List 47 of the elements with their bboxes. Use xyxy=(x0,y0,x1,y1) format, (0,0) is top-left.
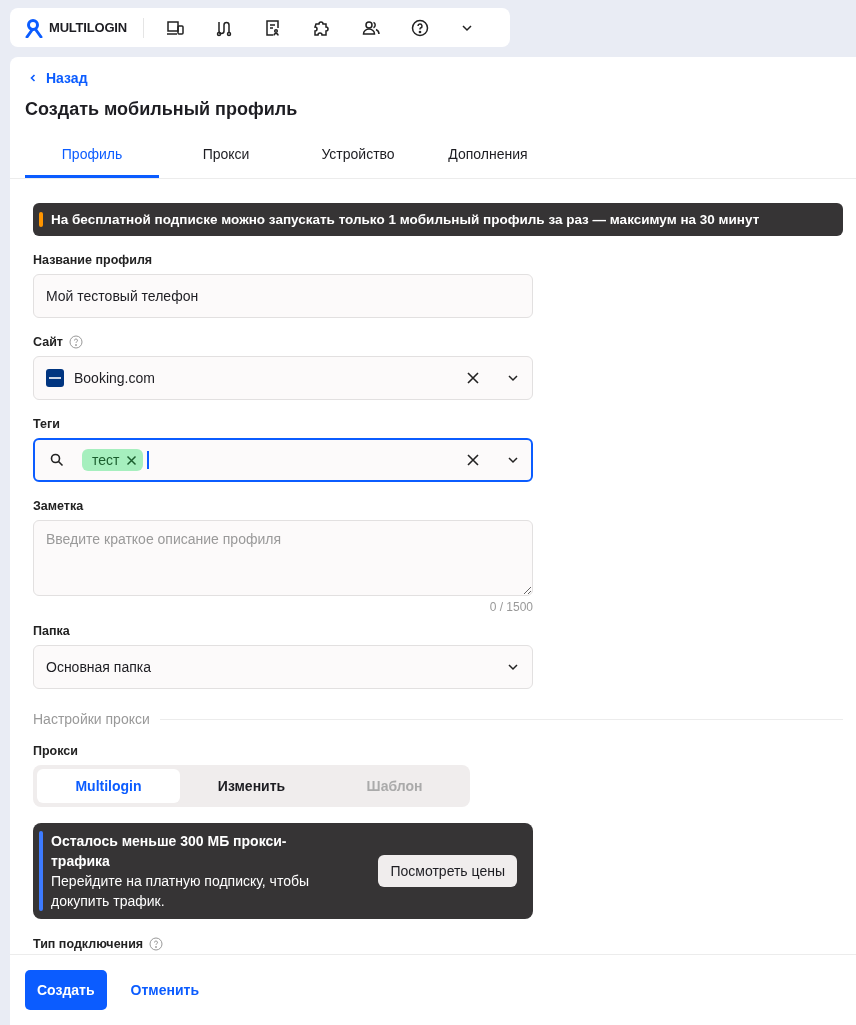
tag-chip[interactable]: тест xyxy=(82,449,144,471)
character-counter: 0 / 1500 xyxy=(489,600,533,614)
text-cursor xyxy=(147,451,149,469)
chevron-left-icon xyxy=(28,73,38,83)
back-link[interactable]: Назад xyxy=(25,70,88,86)
note-field[interactable]: Введите краткое описание профиля xyxy=(33,520,533,596)
tab[interactable]: Прокси xyxy=(159,134,293,178)
create-button[interactable]: Создать xyxy=(25,970,107,1010)
field-label: Название профиля xyxy=(33,253,154,267)
brand-name: MULTILOGIN xyxy=(49,20,127,35)
field-label: Тип подключения xyxy=(33,937,144,951)
cancel-button[interactable]: Отменить xyxy=(114,970,215,1010)
logo-icon xyxy=(24,17,44,38)
help-icon xyxy=(68,335,83,349)
tags-field[interactable]: тест xyxy=(33,438,533,482)
field-label: Папка xyxy=(33,624,71,638)
search-icon xyxy=(50,453,64,467)
field-label: Прокси xyxy=(33,744,79,758)
alert-title: Осталось меньше 300 МБ прокси-трафика xyxy=(51,832,288,871)
input-field[interactable]: Мой тестовый телефон xyxy=(33,274,533,318)
view-prices-button[interactable]: Посмотреть цены xyxy=(378,855,517,887)
folder-select[interactable]: Основная папка xyxy=(33,645,533,689)
site-select[interactable]: Booking.com xyxy=(33,356,533,400)
alert-text: Перейдите на платную подписку, чтобы докупить трафик. xyxy=(51,872,311,911)
section-heading: Настройки прокси xyxy=(33,711,150,727)
clear-icon[interactable] xyxy=(466,371,480,385)
devices-icon[interactable] xyxy=(165,18,184,37)
segment-option[interactable]: Multilogin xyxy=(37,769,180,803)
remove-icon[interactable] xyxy=(126,454,138,466)
segment-option[interactable]: Изменить xyxy=(180,769,323,803)
field-label: Теги xyxy=(33,417,61,431)
help-icon xyxy=(149,937,164,951)
users-icon[interactable] xyxy=(361,18,380,37)
site-logo-icon xyxy=(46,369,64,387)
select-value: Основная папка xyxy=(46,659,152,675)
puzzle-icon[interactable] xyxy=(312,18,331,37)
page-title: Создать мобильный профиль xyxy=(25,99,299,120)
tab[interactable]: Профиль xyxy=(25,134,159,178)
warning-text: На бесплатной подписке можно запускать только 1 мобильный профиль за раз — максимум на 30 минут xyxy=(51,212,760,227)
clear-icon[interactable] xyxy=(466,453,480,467)
document-users-icon[interactable] xyxy=(263,18,282,37)
tab[interactable]: Дополнения xyxy=(423,134,553,178)
field-label: Заметка xyxy=(33,499,85,513)
tab[interactable]: Устройство xyxy=(293,134,423,178)
select-value: Booking.com xyxy=(74,370,156,386)
help-icon[interactable] xyxy=(410,18,429,37)
field-label: Сайт xyxy=(33,335,63,349)
